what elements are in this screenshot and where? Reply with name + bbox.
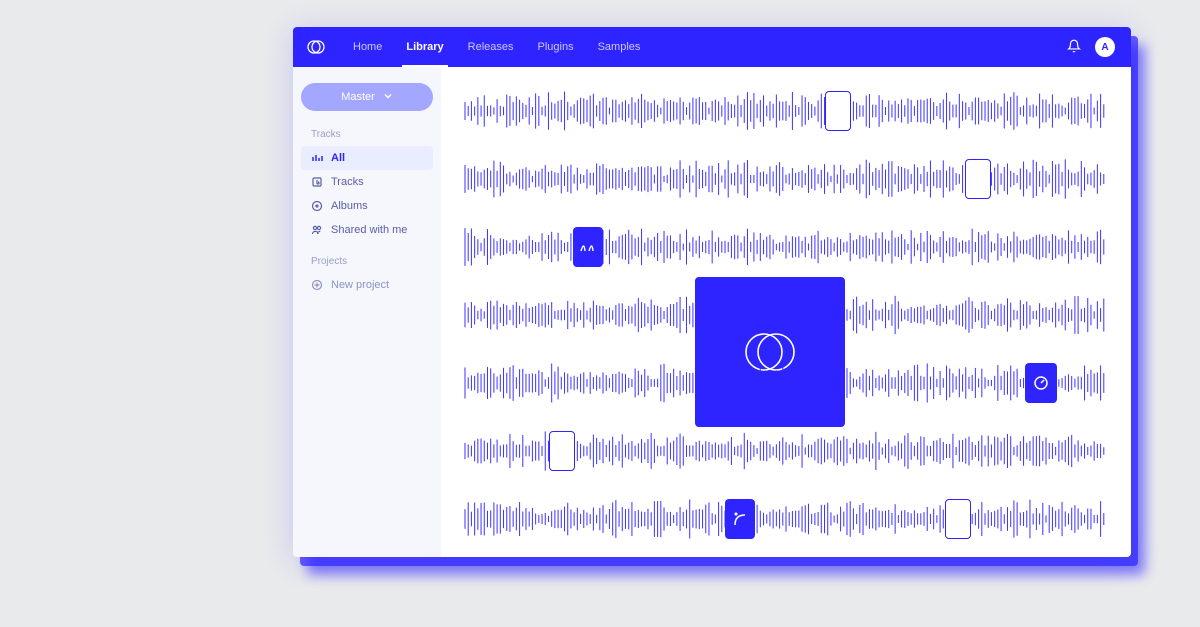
sidebar-item-label: All — [331, 152, 345, 164]
master-button-label: Master — [341, 91, 375, 103]
main-nav: Home Library Releases Plugins Samples — [343, 27, 650, 67]
logo-tile[interactable] — [695, 277, 845, 427]
track-marker[interactable] — [1025, 363, 1057, 403]
disc-icon — [311, 200, 323, 212]
topbar: Home Library Releases Plugins Samples A — [293, 27, 1131, 67]
nav-library[interactable]: Library — [396, 27, 453, 67]
waveform-row[interactable] — [465, 295, 1107, 335]
new-project-button[interactable]: New project — [301, 273, 433, 297]
app-window: Home Library Releases Plugins Samples A — [293, 27, 1131, 557]
section-label-projects: Projects — [311, 256, 427, 267]
music-note-icon — [311, 176, 323, 188]
avatar[interactable]: A — [1095, 37, 1115, 57]
track-marker[interactable] — [945, 499, 971, 539]
sidebar-item-label: Shared with me — [331, 224, 407, 236]
sidebar: Master Tracks All Tracks — [293, 67, 441, 557]
chevron-down-icon — [383, 91, 393, 104]
sidebar-item-shared[interactable]: Shared with me — [301, 218, 433, 242]
nav-home[interactable]: Home — [343, 27, 392, 67]
people-icon — [311, 224, 323, 236]
app-logo-icon — [307, 38, 325, 56]
track-marker[interactable] — [965, 159, 991, 199]
nav-samples[interactable]: Samples — [588, 27, 651, 67]
sidebar-item-tracks[interactable]: Tracks — [301, 170, 433, 194]
waveform-canvas — [441, 67, 1131, 557]
waveform-row[interactable] — [465, 91, 1107, 131]
waveform-row[interactable] — [465, 159, 1107, 199]
sidebar-item-label: Tracks — [331, 176, 364, 188]
waveform-row[interactable] — [465, 363, 1107, 403]
sidebar-item-label: New project — [331, 279, 389, 291]
nav-releases[interactable]: Releases — [458, 27, 524, 67]
bars-icon — [311, 152, 323, 164]
waveform-row[interactable] — [465, 431, 1107, 471]
sidebar-item-all[interactable]: All — [301, 146, 433, 170]
section-label-tracks: Tracks — [311, 129, 427, 140]
notifications-icon[interactable] — [1067, 39, 1081, 56]
track-marker[interactable] — [725, 499, 755, 539]
nav-plugins[interactable]: Plugins — [528, 27, 584, 67]
sidebar-item-label: Albums — [331, 200, 368, 212]
waveform-row[interactable] — [465, 499, 1107, 539]
track-marker[interactable] — [825, 91, 851, 131]
track-marker[interactable] — [549, 431, 575, 471]
sidebar-item-albums[interactable]: Albums — [301, 194, 433, 218]
track-marker[interactable] — [573, 227, 603, 267]
waveform-row[interactable] — [465, 227, 1107, 267]
master-button[interactable]: Master — [301, 83, 433, 111]
plus-circle-icon — [311, 279, 323, 291]
